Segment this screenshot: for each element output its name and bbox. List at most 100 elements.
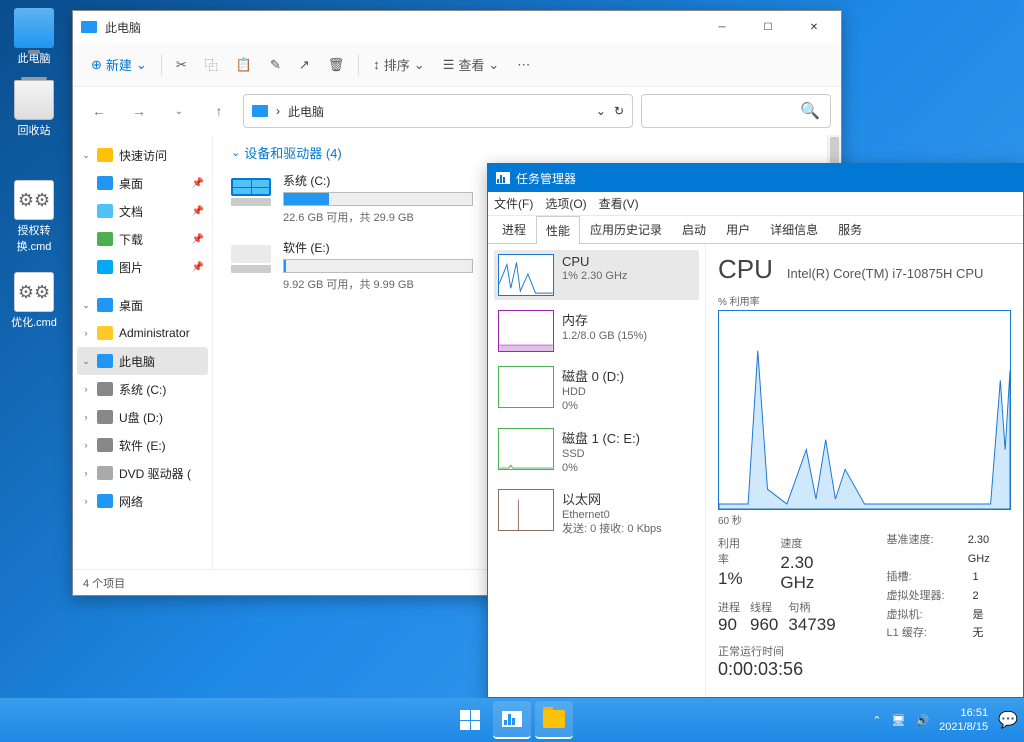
- monitor-icon: [14, 8, 54, 48]
- sidebar-pictures[interactable]: 图片📌: [77, 253, 208, 281]
- tab-users[interactable]: 用户: [716, 215, 760, 243]
- sidebar-documents[interactable]: 文档📌: [77, 197, 208, 225]
- search-icon: 🔍: [800, 101, 820, 121]
- stat-speed: 2.30 GHz: [780, 553, 846, 593]
- tray-chevron-icon[interactable]: ⌃: [872, 714, 881, 727]
- sidebar-desktop[interactable]: 桌面📌: [77, 169, 208, 197]
- taskmanager-icon: [496, 172, 510, 184]
- util-label: % 利用率: [718, 293, 1011, 308]
- stat-sockets: 1: [973, 568, 979, 587]
- back-button[interactable]: ←: [83, 95, 115, 127]
- tab-processes[interactable]: 进程: [492, 215, 536, 243]
- stat-uptime: 0:00:03:56: [718, 659, 847, 680]
- window-title: 此电脑: [105, 19, 699, 36]
- sidebar-admin[interactable]: ›Administrator: [77, 319, 208, 347]
- chevron-down-icon[interactable]: ⌄: [596, 104, 606, 118]
- sidebar-udisk-d[interactable]: ›U盘 (D:): [77, 403, 208, 431]
- tab-history[interactable]: 应用历史记录: [580, 215, 672, 243]
- desktop-icon-auth-cmd[interactable]: ⚙⚙ 授权转换.cmd: [4, 180, 64, 254]
- rename-button[interactable]: ✎: [262, 49, 289, 81]
- stat-l1: 无: [973, 624, 984, 643]
- explorer-titlebar[interactable]: 此电脑 ─ ☐ ✕: [73, 11, 841, 43]
- up-button[interactable]: ↑: [203, 95, 235, 127]
- stat-handles: 34739: [788, 615, 835, 635]
- tray-volume-icon[interactable]: 🔊: [915, 714, 929, 727]
- stat-base-speed: 2.30 GHz: [968, 531, 1011, 568]
- forward-button[interactable]: →: [123, 95, 155, 127]
- tab-services[interactable]: 服务: [828, 215, 872, 243]
- taskmanager-titlebar[interactable]: 任务管理器: [488, 164, 1023, 192]
- sidebar-quick-access[interactable]: ⌄快速访问: [77, 141, 208, 169]
- sidebar-system-c[interactable]: ›系统 (C:): [77, 375, 208, 403]
- taskmanager-menubar: 文件(F) 选项(O) 查看(V): [488, 192, 1023, 216]
- desktop-icon-label: 回收站: [4, 122, 64, 138]
- drive-stat: 22.6 GB 可用，共 29.9 GB: [283, 209, 473, 225]
- tray-network-icon[interactable]: 🖥: [891, 714, 905, 727]
- drive-name: 软件 (E:): [283, 239, 473, 256]
- cut-button[interactable]: ✂: [168, 49, 195, 81]
- taskbar-taskmanager[interactable]: [493, 701, 531, 739]
- recycle-bin-icon: [14, 80, 54, 120]
- menu-view[interactable]: 查看(V): [599, 195, 639, 212]
- perf-item-disk1[interactable]: 磁盘 1 (C: E:)SSD0%: [494, 424, 699, 480]
- gear-icon: ⚙⚙: [14, 180, 54, 220]
- explorer-toolbar: ⊕ 新建 ⌄ ✂ ⿻ 📋 ✎ ↗ 🗑 ↕ 排序 ⌄ ☰ 查看 ⌄ ⋯: [73, 43, 841, 87]
- view-button[interactable]: ☰ 查看 ⌄: [435, 49, 508, 81]
- menu-file[interactable]: 文件(F): [494, 195, 533, 212]
- explorer-sidebar: ⌄快速访问 桌面📌 文档📌 下载📌 图片📌 ⌄桌面 ›Administrator…: [73, 135, 213, 569]
- copy-button[interactable]: ⿻: [197, 49, 226, 81]
- tab-details[interactable]: 详细信息: [760, 215, 828, 243]
- gear-icon: ⚙⚙: [14, 272, 54, 312]
- taskbar-explorer[interactable]: [535, 701, 573, 739]
- tab-performance[interactable]: 性能: [536, 216, 580, 244]
- new-button[interactable]: ⊕ 新建 ⌄: [83, 49, 155, 81]
- pc-icon: [81, 21, 97, 33]
- perf-item-memory[interactable]: 内存1.2/8.0 GB (15%): [494, 306, 699, 356]
- address-text: 此电脑: [288, 103, 324, 120]
- sidebar-this-pc[interactable]: ⌄此电脑: [77, 347, 208, 375]
- drive-name: 系统 (C:): [283, 172, 473, 189]
- maximize-button[interactable]: ☐: [745, 12, 791, 42]
- start-button[interactable]: [451, 701, 489, 739]
- minimize-button[interactable]: ─: [699, 12, 745, 42]
- taskbar-clock[interactable]: 16:51 2021/8/15: [939, 706, 988, 735]
- sort-button[interactable]: ↕ 排序 ⌄: [365, 49, 432, 81]
- share-button[interactable]: ↗: [291, 49, 318, 81]
- tray-notification-icon[interactable]: 💬: [998, 710, 1018, 730]
- desktop-icon-label: 优化.cmd: [4, 314, 64, 330]
- desktop-icon-opt-cmd[interactable]: ⚙⚙ 优化.cmd: [4, 272, 64, 330]
- sidebar-software-e[interactable]: ›软件 (E:): [77, 431, 208, 459]
- perf-item-ethernet[interactable]: 以太网Ethernet0发送: 0 接收: 0 Kbps: [494, 485, 699, 541]
- sidebar-downloads[interactable]: 下载📌: [77, 225, 208, 253]
- tab-startup[interactable]: 启动: [672, 215, 716, 243]
- menu-options[interactable]: 选项(O): [545, 195, 586, 212]
- drive-stat: 9.92 GB 可用，共 9.99 GB: [283, 276, 473, 292]
- sixty-label: 60 秒: [718, 512, 1011, 527]
- sidebar-dvd[interactable]: ›DVD 驱动器 (: [77, 459, 208, 487]
- up-button[interactable]: ⌄: [163, 95, 195, 127]
- pc-icon: [252, 105, 268, 117]
- perf-item-disk0[interactable]: 磁盘 0 (D:)HDD0%: [494, 362, 699, 418]
- more-button[interactable]: ⋯: [509, 49, 538, 81]
- paste-button[interactable]: 📋: [228, 49, 260, 81]
- search-input[interactable]: 🔍: [641, 94, 831, 128]
- perf-item-cpu[interactable]: CPU1% 2.30 GHz: [494, 250, 699, 300]
- stat-utilization: 1%: [718, 569, 748, 589]
- stat-vproc: 2: [973, 587, 979, 606]
- desktop-icon-recycle-bin[interactable]: 回收站: [4, 80, 64, 138]
- desktop-icon-this-pc[interactable]: 此电脑: [4, 8, 64, 66]
- sidebar-desktop2[interactable]: ⌄桌面: [77, 291, 208, 319]
- cpu-chart: [718, 310, 1011, 510]
- refresh-icon[interactable]: ↻: [614, 104, 624, 118]
- taskmanager-tabs: 进程 性能 应用历史记录 启动 用户 详细信息 服务: [488, 216, 1023, 244]
- sidebar-network[interactable]: ›网络: [77, 487, 208, 515]
- close-button[interactable]: ✕: [791, 12, 837, 42]
- address-bar[interactable]: › 此电脑 ⌄ ↻: [243, 94, 633, 128]
- taskmanager-left-panel: CPU1% 2.30 GHz 内存1.2/8.0 GB (15%) 磁盘 0 (…: [488, 244, 706, 697]
- window-title: 任务管理器: [516, 170, 576, 187]
- taskbar: ⌃ 🖥 🔊 16:51 2021/8/15 💬: [0, 698, 1024, 742]
- section-header[interactable]: 设备和驱动器 (4): [231, 143, 823, 162]
- cpu-title: CPU: [718, 254, 773, 285]
- delete-button[interactable]: 🗑: [320, 49, 353, 81]
- explorer-navbar: ← → ⌄ ↑ › 此电脑 ⌄ ↻ 🔍: [73, 87, 841, 135]
